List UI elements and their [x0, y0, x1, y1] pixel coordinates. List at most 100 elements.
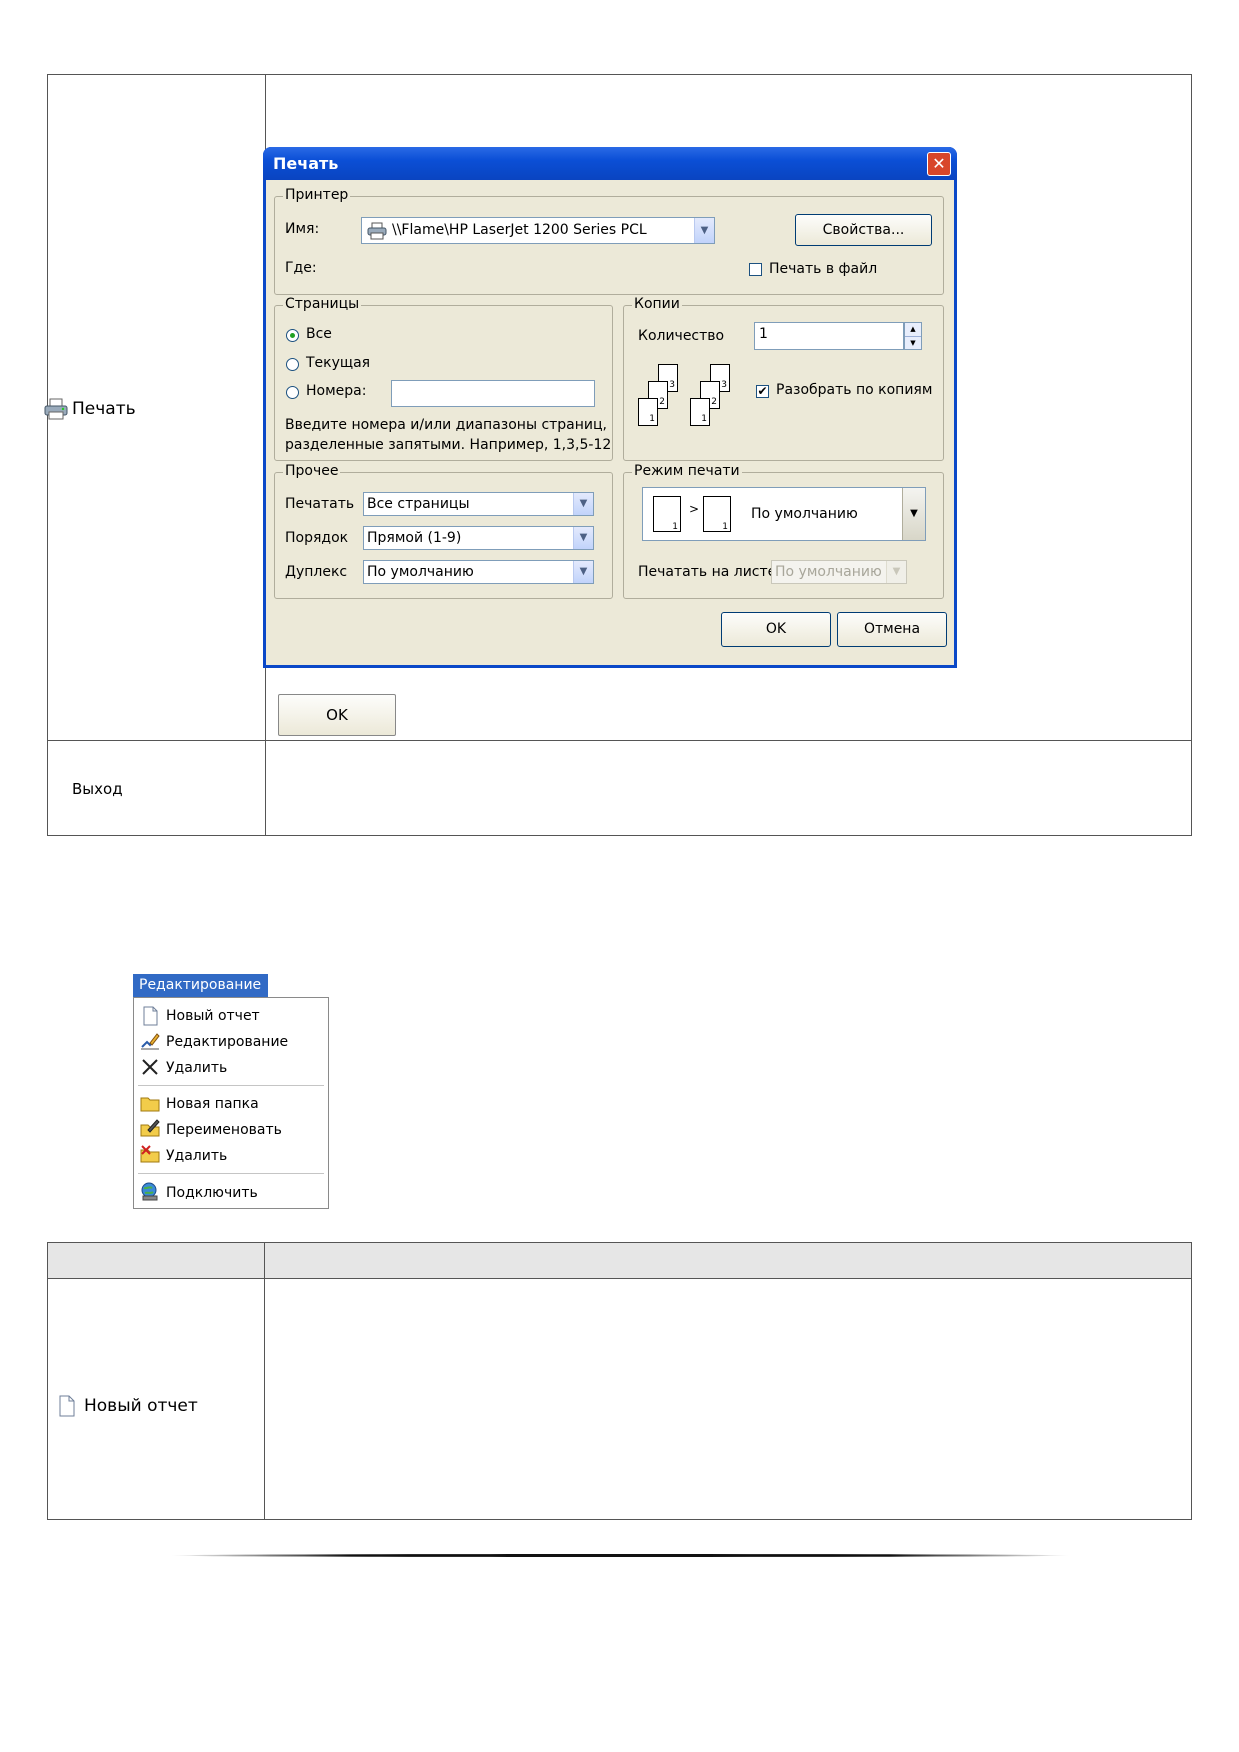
dialog-title-bar[interactable]: Печать ✕ [263, 147, 957, 180]
print-row-label[interactable]: Печать [44, 398, 136, 420]
edit-menu-header[interactable]: Редактирование [133, 974, 268, 997]
menu-separator [138, 1085, 324, 1086]
menu-item-new-report[interactable]: Новый отчет [166, 1008, 260, 1024]
collate-page-1a: 1 [638, 398, 658, 426]
chevron-down-icon[interactable]: ▼ [694, 218, 714, 243]
delete-folder-icon [140, 1145, 160, 1163]
print-range-label: Печатать [285, 496, 355, 512]
copies-count-label: Количество [638, 328, 725, 344]
dialog-ok-button[interactable]: OK [721, 612, 831, 647]
printer-name-select[interactable]: \\Flame\HP LaserJet 1200 Series PCL ▼ [361, 217, 715, 244]
printer-name-label: Имя: [285, 221, 320, 237]
radio-all[interactable] [286, 329, 299, 342]
sheet-value: По умолчанию [775, 564, 882, 580]
other-group: Прочее Печатать Все страницы ▼ Порядок П… [274, 463, 613, 599]
properties-button-label: Свойства... [822, 222, 905, 238]
print-mode-value: По умолчанию [751, 506, 858, 522]
edit-menu: Новый отчет Редактирование Удалить Новая… [133, 997, 329, 1209]
order-select[interactable]: Прямой (1-9) ▼ [363, 526, 594, 550]
chevron-down-icon[interactable]: ▼ [573, 527, 593, 549]
pages-group: Страницы Все Текущая Номера: Введите ном… [274, 296, 613, 461]
pages-group-title: Страницы [283, 296, 362, 312]
new-report-row-label[interactable]: Новый отчет [58, 1395, 198, 1417]
other-group-title: Прочее [283, 463, 341, 479]
rename-folder-icon [140, 1119, 160, 1137]
new-report-row-text: Новый отчет [84, 1396, 198, 1416]
radio-all-label[interactable]: Все [306, 326, 332, 342]
exit-row-text: Выход [72, 780, 123, 798]
page-numbers-input[interactable] [391, 380, 595, 407]
duplex-value: По умолчанию [367, 564, 474, 580]
ok-button-label: OK [326, 706, 348, 724]
chevron-down-icon[interactable]: ▼ [902, 488, 925, 540]
spin-down-icon[interactable]: ▼ [905, 337, 921, 350]
dialog-title: Печать [273, 154, 339, 173]
pages-hint-line1: Введите номера и/или диапазоны страниц, [285, 417, 607, 433]
print-dialog: Печать ✕ Принтер Имя: \\Flame\HP LaserJe… [263, 147, 957, 668]
delete-icon [142, 1059, 158, 1075]
dialog-cancel-button[interactable]: Отмена [837, 612, 947, 647]
chevron-down-icon[interactable]: ▼ [573, 493, 593, 515]
edit-icon [141, 1033, 160, 1050]
print-range-value: Все страницы [367, 496, 470, 512]
radio-numbers[interactable] [286, 386, 299, 399]
page-divider [170, 1554, 1070, 1557]
print-mode-group-title: Режим печати [632, 463, 742, 479]
chevron-right-icon: > [689, 502, 700, 516]
radio-current-label[interactable]: Текущая [306, 355, 370, 371]
duplex-label: Дуплекс [285, 564, 348, 580]
print-to-file-checkbox[interactable] [749, 263, 762, 276]
connect-icon [141, 1182, 158, 1201]
ok-button[interactable]: OK [278, 694, 396, 736]
mode-page-dst: 1 [703, 496, 731, 532]
exit-row-label[interactable]: Выход [72, 780, 123, 798]
close-icon[interactable]: ✕ [927, 152, 951, 176]
bottom-table-header-left [47, 1242, 265, 1279]
copies-group-title: Копии [632, 296, 682, 312]
printer-icon [44, 398, 68, 420]
where-label: Где: [285, 260, 317, 276]
new-folder-icon [140, 1097, 160, 1112]
menu-item-rename[interactable]: Переименовать [166, 1122, 282, 1138]
sheet-label: Печатать на листе [638, 564, 777, 580]
printer-name-value: \\Flame\HP LaserJet 1200 Series PCL [392, 222, 647, 238]
print-mode-select[interactable]: 1 > 1 По умолчанию ▼ [642, 487, 926, 541]
order-label: Порядок [285, 530, 349, 546]
collate-page-1b: 1 [690, 398, 710, 426]
radio-current[interactable] [286, 358, 299, 371]
pages-hint-line2: разделенные запятыми. Например, 1,3,5-12 [285, 437, 612, 453]
menu-item-edit[interactable]: Редактирование [166, 1034, 288, 1050]
print-to-file-label[interactable]: Печать в файл [769, 261, 877, 277]
sheet-select[interactable]: По умолчанию ▼ [771, 560, 907, 584]
new-document-icon [143, 1006, 158, 1026]
menu-item-new-folder[interactable]: Новая папка [166, 1096, 259, 1112]
spin-up-icon[interactable]: ▲ [905, 323, 921, 337]
collate-label[interactable]: Разобрать по копиям [776, 382, 932, 398]
menu-item-delete[interactable]: Удалить [166, 1060, 227, 1076]
top-table-right-cell-2 [265, 740, 1192, 836]
printer-small-icon [367, 222, 387, 240]
copies-count-input[interactable]: 1 [754, 322, 904, 350]
dialog-ok-label: OK [765, 621, 787, 637]
copies-count-value: 1 [759, 326, 768, 342]
menu-item-delete-folder[interactable]: Удалить [166, 1148, 227, 1164]
copies-spinner[interactable]: ▲ ▼ [904, 322, 922, 350]
printer-group-title: Принтер [283, 187, 351, 203]
print-range-select[interactable]: Все страницы ▼ [363, 492, 594, 516]
collate-checkbox[interactable]: ✔ [756, 385, 769, 398]
dialog-cancel-label: Отмена [863, 621, 921, 637]
menu-item-connect[interactable]: Подключить [166, 1185, 258, 1201]
menu-separator [138, 1173, 324, 1174]
copies-group: Копии Количество 1 ▲ ▼ 3 2 1 3 2 1 ✔ Раз… [623, 296, 944, 461]
collate-illustration: 3 2 1 3 2 1 [638, 364, 748, 444]
print-row-text: Печать [72, 399, 136, 419]
radio-numbers-label[interactable]: Номера: [306, 383, 366, 399]
printer-group: Принтер Имя: \\Flame\HP LaserJet 1200 Se… [274, 187, 944, 295]
chevron-down-icon[interactable]: ▼ [573, 561, 593, 583]
bottom-table-right-cell [264, 1278, 1192, 1520]
duplex-select[interactable]: По умолчанию ▼ [363, 560, 594, 584]
chevron-down-icon[interactable]: ▼ [886, 561, 906, 583]
properties-button[interactable]: Свойства... [795, 214, 932, 246]
new-document-icon [59, 1395, 75, 1417]
print-mode-group: Режим печати 1 > 1 По умолчанию ▼ Печата… [623, 463, 944, 599]
